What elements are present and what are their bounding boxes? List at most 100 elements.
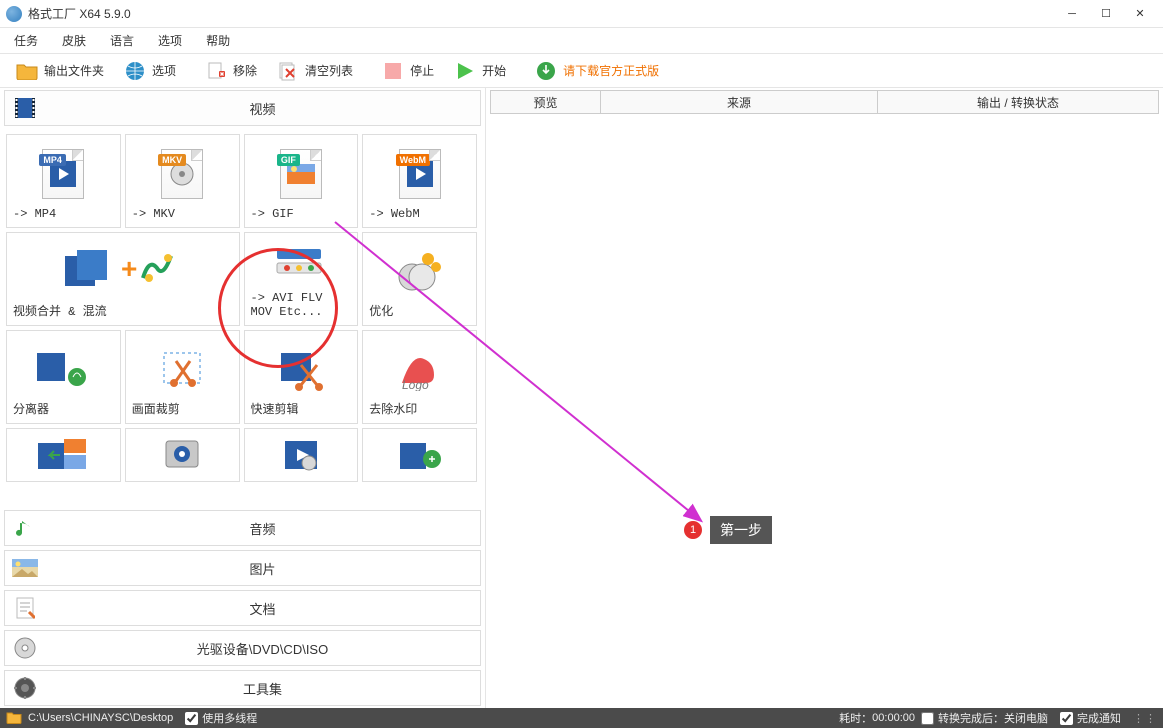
menu-skin[interactable]: 皮肤	[58, 30, 90, 51]
svg-text:+: +	[121, 253, 137, 284]
remove-icon	[205, 60, 227, 82]
task-table-header: 预览 来源 输出 / 转换状态	[490, 90, 1159, 114]
stop-button[interactable]: 停止	[374, 57, 442, 85]
output-folder-button[interactable]: 输出文件夹	[8, 57, 112, 85]
tile-mp4[interactable]: MP4 -> MP4	[6, 134, 121, 228]
globe-download-icon	[535, 60, 557, 82]
notify-checkbox[interactable]: 完成通知	[1060, 710, 1121, 726]
toolbar-separator	[520, 59, 521, 83]
disc-icon	[11, 634, 39, 662]
tile-quickcut[interactable]: 快速剪辑	[244, 330, 359, 424]
multithread-checkbox[interactable]: 使用多线程	[185, 710, 257, 726]
tile-gif[interactable]: GIF -> GIF	[244, 134, 359, 228]
col-source[interactable]: 来源	[601, 91, 878, 113]
tile-merge-label: 视频合并 & 混流	[13, 302, 107, 319]
category-optical[interactable]: 光驱设备\DVD\CD\ISO	[4, 630, 481, 666]
tile-separator[interactable]: 分离器	[6, 330, 121, 424]
app-icon	[6, 6, 22, 22]
tile-crop[interactable]: 画面裁剪	[125, 330, 240, 424]
svg-text:Logo: Logo	[402, 378, 429, 391]
col-output-state[interactable]: 输出 / 转换状态	[878, 91, 1158, 113]
notify-label: 完成通知	[1077, 710, 1121, 726]
tile-mkv-label: -> MKV	[132, 207, 175, 221]
category-image-label: 图片	[45, 559, 480, 578]
tile-crop-label: 画面裁剪	[132, 400, 180, 417]
folder-status-icon[interactable]	[6, 710, 22, 727]
maximize-button[interactable]: ☐	[1089, 3, 1123, 25]
remove-button[interactable]: 移除	[197, 57, 265, 85]
task-list-empty	[486, 116, 1163, 708]
filmstrip-icon	[11, 94, 39, 122]
menu-help[interactable]: 帮助	[202, 30, 234, 51]
col-preview[interactable]: 预览	[491, 91, 601, 113]
tile-webm-label: -> WebM	[369, 207, 419, 221]
clear-icon	[277, 60, 299, 82]
close-button[interactable]: ✕	[1123, 3, 1157, 25]
category-document[interactable]: 文档	[4, 590, 481, 626]
tile-extra-1[interactable]	[6, 428, 121, 482]
toolbar-separator	[367, 59, 368, 83]
annotation-step-1: 1 第一步	[684, 516, 772, 544]
category-optical-label: 光驱设备\DVD\CD\ISO	[45, 639, 480, 658]
options-button[interactable]: 选项	[116, 57, 184, 85]
tile-delogo[interactable]: Logo 去除水印	[362, 330, 477, 424]
multithread-input[interactable]	[185, 712, 198, 725]
category-image[interactable]: 图片	[4, 550, 481, 586]
clear-list-label: 清空列表	[305, 62, 353, 79]
menu-language[interactable]: 语言	[106, 30, 138, 51]
notify-input[interactable]	[1060, 712, 1073, 725]
shutdown-after-label: 转换完成后：关闭电脑	[938, 710, 1048, 726]
output-folder-label: 输出文件夹	[44, 62, 104, 79]
tile-quickcut-label: 快速剪辑	[251, 400, 299, 417]
category-video[interactable]: 视频	[4, 90, 481, 126]
category-audio-label: 音频	[45, 519, 480, 538]
folder-icon	[16, 60, 38, 82]
tile-mkv[interactable]: MKV -> MKV	[125, 134, 240, 228]
gear-globe-icon	[124, 60, 146, 82]
clear-list-button[interactable]: 清空列表	[269, 57, 361, 85]
options-label: 选项	[152, 62, 176, 79]
status-grip-icon: ⋮⋮	[1133, 712, 1157, 725]
tile-mp4-label: -> MP4	[13, 207, 56, 221]
tile-avi-etc-label: -> AVI FLV MOV Etc...	[251, 291, 323, 319]
annotation-text: 第一步	[710, 516, 772, 544]
category-toolset-label: 工具集	[45, 679, 480, 698]
note-icon	[11, 514, 39, 542]
tile-delogo-label: 去除水印	[369, 400, 417, 417]
start-button[interactable]: 开始	[446, 57, 514, 85]
tile-extra-2[interactable]	[125, 428, 240, 482]
category-toolset[interactable]: 工具集	[4, 670, 481, 706]
tile-extra-4[interactable]	[362, 428, 477, 482]
shutdown-after-input[interactable]	[921, 712, 934, 725]
start-label: 开始	[482, 62, 506, 79]
menu-options[interactable]: 选项	[154, 30, 186, 51]
image-icon	[11, 554, 39, 582]
tile-gif-label: -> GIF	[251, 207, 294, 221]
tile-merge[interactable]: + 视频合并 & 混流	[6, 232, 240, 326]
category-document-label: 文档	[45, 599, 480, 618]
shutdown-after-checkbox[interactable]: 转换完成后：关闭电脑	[921, 710, 1048, 726]
output-path[interactable]: C:\Users\CHINAYSC\Desktop	[28, 712, 173, 724]
tile-optimize[interactable]: 优化	[362, 232, 477, 326]
window-title: 格式工厂 X64 5.9.0	[28, 5, 131, 22]
remove-label: 移除	[233, 62, 257, 79]
minimize-button[interactable]: ─	[1055, 3, 1089, 25]
elapsed-label: 耗时：	[839, 710, 872, 726]
tools-icon	[11, 674, 39, 702]
multithread-label: 使用多线程	[202, 710, 257, 726]
annotation-number: 1	[684, 521, 702, 539]
tile-optimize-label: 优化	[369, 302, 393, 319]
tile-extra-3[interactable]	[244, 428, 359, 482]
document-icon	[11, 594, 39, 622]
download-link-label: 请下载官方正式版	[563, 62, 659, 79]
elapsed-value: 00:00:00	[872, 712, 915, 724]
download-official-link[interactable]: 请下载官方正式版	[535, 60, 659, 82]
tile-webm[interactable]: WebM -> WebM	[362, 134, 477, 228]
stop-label: 停止	[410, 62, 434, 79]
stop-icon	[382, 60, 404, 82]
category-audio[interactable]: 音频	[4, 510, 481, 546]
play-icon	[454, 60, 476, 82]
tile-avi-etc[interactable]: -> AVI FLV MOV Etc...	[244, 232, 359, 326]
category-video-label: 视频	[45, 99, 480, 118]
menu-task[interactable]: 任务	[10, 30, 42, 51]
